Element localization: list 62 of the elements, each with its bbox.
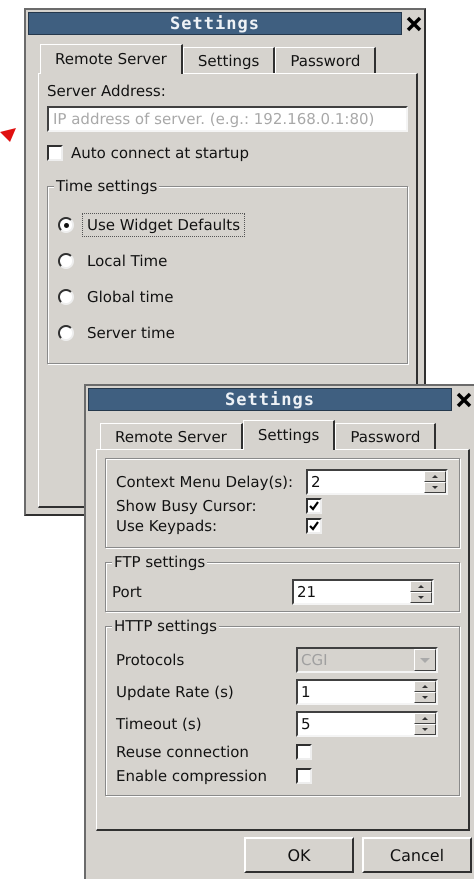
radio-button[interactable] xyxy=(58,325,74,341)
field-label: Update Rate (s) xyxy=(116,683,235,701)
dialog-button[interactable]: OK xyxy=(244,837,354,873)
window-title: Settings xyxy=(88,388,452,411)
up-arrow-icon xyxy=(422,717,428,720)
group-title: Time settings xyxy=(54,177,160,195)
spin-up-button[interactable] xyxy=(424,471,446,482)
down-arrow-icon xyxy=(432,486,438,489)
spin-up-button[interactable] xyxy=(414,681,436,692)
group-title: HTTP settings xyxy=(112,617,219,635)
spin-up-button[interactable] xyxy=(414,713,436,724)
spin-box[interactable]: 1 xyxy=(296,679,438,705)
radio-button[interactable] xyxy=(58,253,74,269)
spin-down-button[interactable] xyxy=(414,692,436,703)
field-label: Show Busy Cursor: xyxy=(116,497,258,515)
checkbox[interactable] xyxy=(47,145,63,161)
spin-box[interactable]: 21 xyxy=(292,579,434,605)
spin-down-button[interactable] xyxy=(410,592,432,603)
checkbox-label: Auto connect at startup xyxy=(71,144,249,162)
field-label: Context Menu Delay(s): xyxy=(116,473,294,491)
up-arrow-icon xyxy=(418,585,424,588)
radio-label: Global time xyxy=(86,287,175,308)
pointer-arrow-icon xyxy=(0,128,16,142)
field-label: Protocols xyxy=(116,651,186,669)
tab[interactable]: Remote Server xyxy=(100,423,243,449)
spin-up-button[interactable] xyxy=(410,581,432,592)
window-title: Settings xyxy=(28,12,402,35)
field-label: Enable compression xyxy=(116,767,268,785)
down-arrow-icon xyxy=(418,596,424,599)
up-arrow-icon xyxy=(422,685,428,688)
spin-down-button[interactable] xyxy=(424,482,446,493)
tab[interactable]: Settings xyxy=(182,47,276,73)
radio-label: Server time xyxy=(86,323,176,344)
radio-button[interactable] xyxy=(58,217,74,233)
checkbox[interactable] xyxy=(306,518,322,534)
down-arrow-icon xyxy=(422,728,428,731)
spin-box[interactable]: 2 xyxy=(306,469,448,495)
down-arrow-icon xyxy=(422,696,428,699)
tab[interactable]: Remote Server xyxy=(40,44,183,74)
checkbox[interactable] xyxy=(296,744,312,760)
radio-label: Local Time xyxy=(86,251,168,272)
field-label: Timeout (s) xyxy=(116,715,203,733)
radio-label: Use Widget Defaults xyxy=(82,213,246,237)
radio-button[interactable] xyxy=(58,289,74,305)
checkbox[interactable] xyxy=(306,498,322,514)
close-icon[interactable] xyxy=(456,392,472,408)
field-label: Reuse connection xyxy=(116,743,250,761)
field-label: Port xyxy=(112,583,143,601)
checkbox[interactable] xyxy=(296,768,312,784)
field-label: Server Address: xyxy=(47,82,167,100)
group-title: FTP settings xyxy=(112,553,208,571)
close-icon[interactable] xyxy=(406,16,422,32)
field-label: Use Keypads: xyxy=(116,517,218,535)
spin-box[interactable]: 5 xyxy=(296,711,438,737)
server-address-field[interactable]: IP address of server. (e.g.: 192.168.0.1:80) xyxy=(47,106,408,132)
tab[interactable]: Password xyxy=(275,47,376,73)
up-arrow-icon xyxy=(432,475,438,478)
dialog-button[interactable]: Cancel xyxy=(362,837,472,873)
tab[interactable]: Settings xyxy=(242,420,336,450)
spin-down-button[interactable] xyxy=(414,724,436,735)
down-arrow-icon xyxy=(420,658,430,662)
tab[interactable]: Password xyxy=(335,423,436,449)
